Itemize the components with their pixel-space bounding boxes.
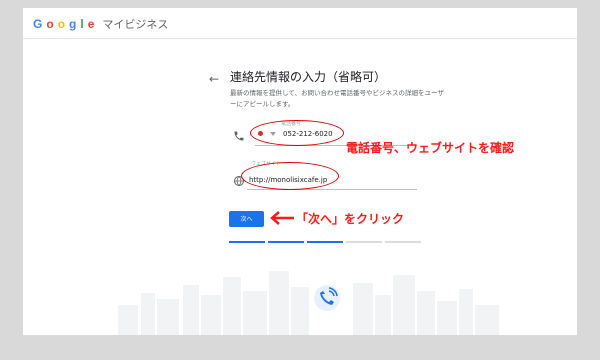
highlight-ellipse-website xyxy=(241,162,339,190)
browser-page: Google マイビジネス ← 連絡先情報の入力（省略可） 最新の情報を提供して… xyxy=(23,8,577,335)
annotation-confirm: 電話番号、ウェブサイトを確認 xyxy=(346,141,515,155)
progress-indicator xyxy=(229,241,421,243)
page-title: 連絡先情報の入力（省略可） xyxy=(230,70,387,84)
progress-segment xyxy=(346,241,382,243)
next-button[interactable]: 次へ xyxy=(229,211,264,227)
city-skyline-illustration xyxy=(118,271,499,335)
phone-call-icon xyxy=(314,285,340,311)
progress-segment xyxy=(307,241,343,243)
arrow-left-icon xyxy=(270,211,294,225)
screenshot-frame: Google マイビジネス ← 連絡先情報の入力（省略可） 最新の情報を提供して… xyxy=(0,0,600,360)
phone-icon xyxy=(234,131,244,141)
highlight-ellipse-phone xyxy=(250,120,344,146)
annotation-click-next: 「次へ」をクリック xyxy=(296,212,405,226)
page-description: 最新の情報を提供して、お問い合わせ電話番号やビジネスの詳細をユーザーにアピールし… xyxy=(230,89,444,108)
progress-segment xyxy=(268,241,304,243)
progress-segment xyxy=(385,241,421,243)
arrow-left-icon[interactable]: ← xyxy=(209,72,219,86)
progress-segment xyxy=(229,241,265,243)
main-content: ← 連絡先情報の入力（省略可） 最新の情報を提供して、お問い合わせ電話番号やビジ… xyxy=(23,8,577,335)
